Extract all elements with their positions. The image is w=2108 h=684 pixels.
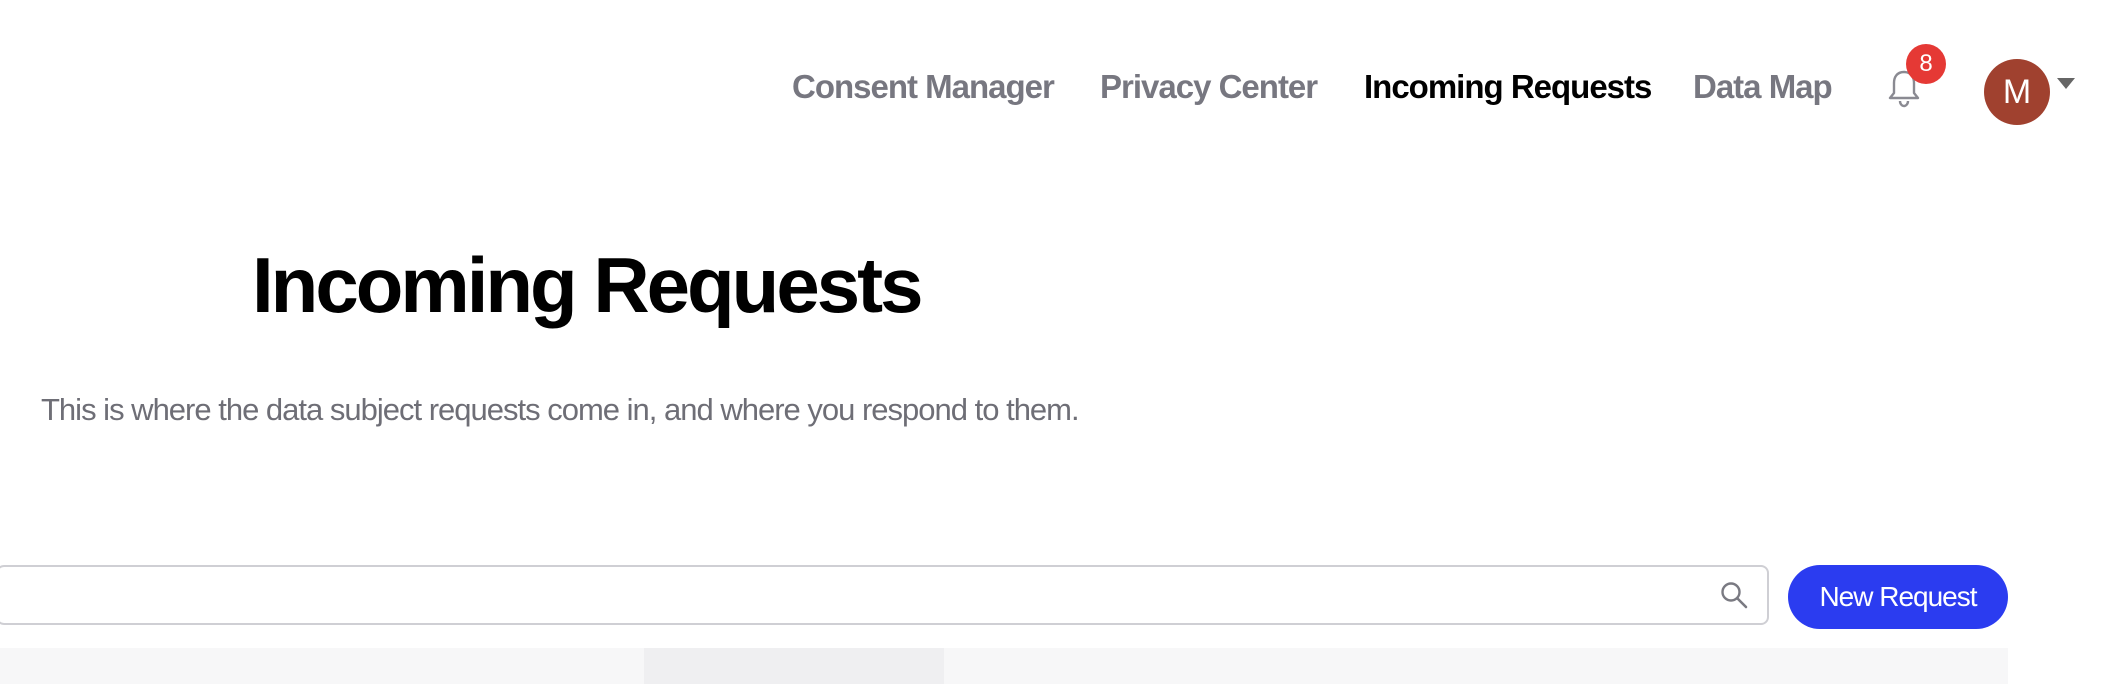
- new-request-button[interactable]: New Request: [1788, 565, 2008, 629]
- table-header-cell[interactable]: [644, 648, 944, 684]
- nav-link-incoming-requests[interactable]: Incoming Requests: [1364, 68, 1652, 106]
- avatar[interactable]: M: [1984, 59, 2050, 125]
- page-title: Incoming Requests: [252, 241, 923, 329]
- search-box: [0, 565, 1769, 625]
- top-nav: Consent Manager Privacy Center Incoming …: [0, 0, 2108, 180]
- nav-link-data-map[interactable]: Data Map: [1693, 68, 1833, 106]
- table-header: [0, 648, 2008, 684]
- notification-badge: 8: [1906, 44, 1946, 84]
- search-icon[interactable]: [1719, 580, 1749, 610]
- page: Consent Manager Privacy Center Incoming …: [0, 0, 2108, 684]
- page-description: This is where the data subject requests …: [41, 392, 1080, 427]
- nav-link-consent-manager[interactable]: Consent Manager: [792, 68, 1055, 106]
- caret-down-icon[interactable]: [2057, 78, 2075, 89]
- nav-link-privacy-center[interactable]: Privacy Center: [1100, 68, 1318, 106]
- search-input[interactable]: [18, 567, 1702, 625]
